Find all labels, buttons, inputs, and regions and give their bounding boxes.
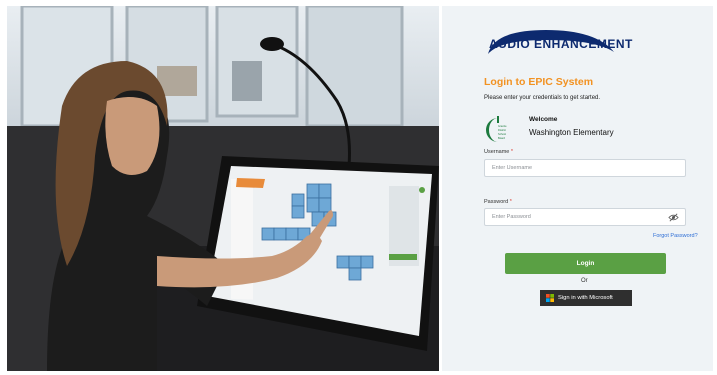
microsoft-signin-button[interactable]: Sign in with Microsoft <box>540 290 632 306</box>
login-button[interactable]: Login <box>505 253 666 274</box>
username-label-text: Username <box>484 149 510 155</box>
page-subtitle: Please enter your credentials to get sta… <box>484 95 601 101</box>
login-panel: AUDIO ENHANCEMENT Login to EPIC System P… <box>442 6 713 371</box>
password-label: Password * <box>484 199 512 205</box>
school-logo-line-4: Board <box>498 136 505 140</box>
password-input[interactable]: Enter Password <box>484 208 686 226</box>
password-label-text: Password <box>484 199 509 205</box>
page-title: Login to EPIC System <box>484 76 594 88</box>
or-divider: Or <box>581 278 588 284</box>
school-district-logo: Granite District School Board <box>486 116 507 142</box>
username-label: Username * <box>484 149 513 155</box>
hero-photo <box>7 6 439 371</box>
required-mark: * <box>509 199 512 205</box>
welcome-label: Welcome <box>529 116 558 123</box>
hero-illustration <box>7 6 439 371</box>
school-name: Washington Elementary <box>529 128 614 137</box>
eye-slash-icon[interactable] <box>668 212 679 223</box>
microsoft-button-label: Sign in with Microsoft <box>558 295 613 301</box>
required-mark: * <box>510 149 514 155</box>
school-logo-line-2: District <box>498 128 506 132</box>
school-logo-line-3: School <box>498 132 506 136</box>
school-logo-line-1: Granite <box>498 124 507 128</box>
brand-wordmark: AUDIO ENHANCEMENT <box>489 37 633 51</box>
password-placeholder: Enter Password <box>492 214 531 220</box>
forgot-password-link[interactable]: Forgot Password? <box>653 233 698 239</box>
username-input[interactable]: Enter Username <box>484 159 686 177</box>
username-placeholder: Enter Username <box>492 165 533 171</box>
microsoft-logo-icon <box>546 294 554 302</box>
